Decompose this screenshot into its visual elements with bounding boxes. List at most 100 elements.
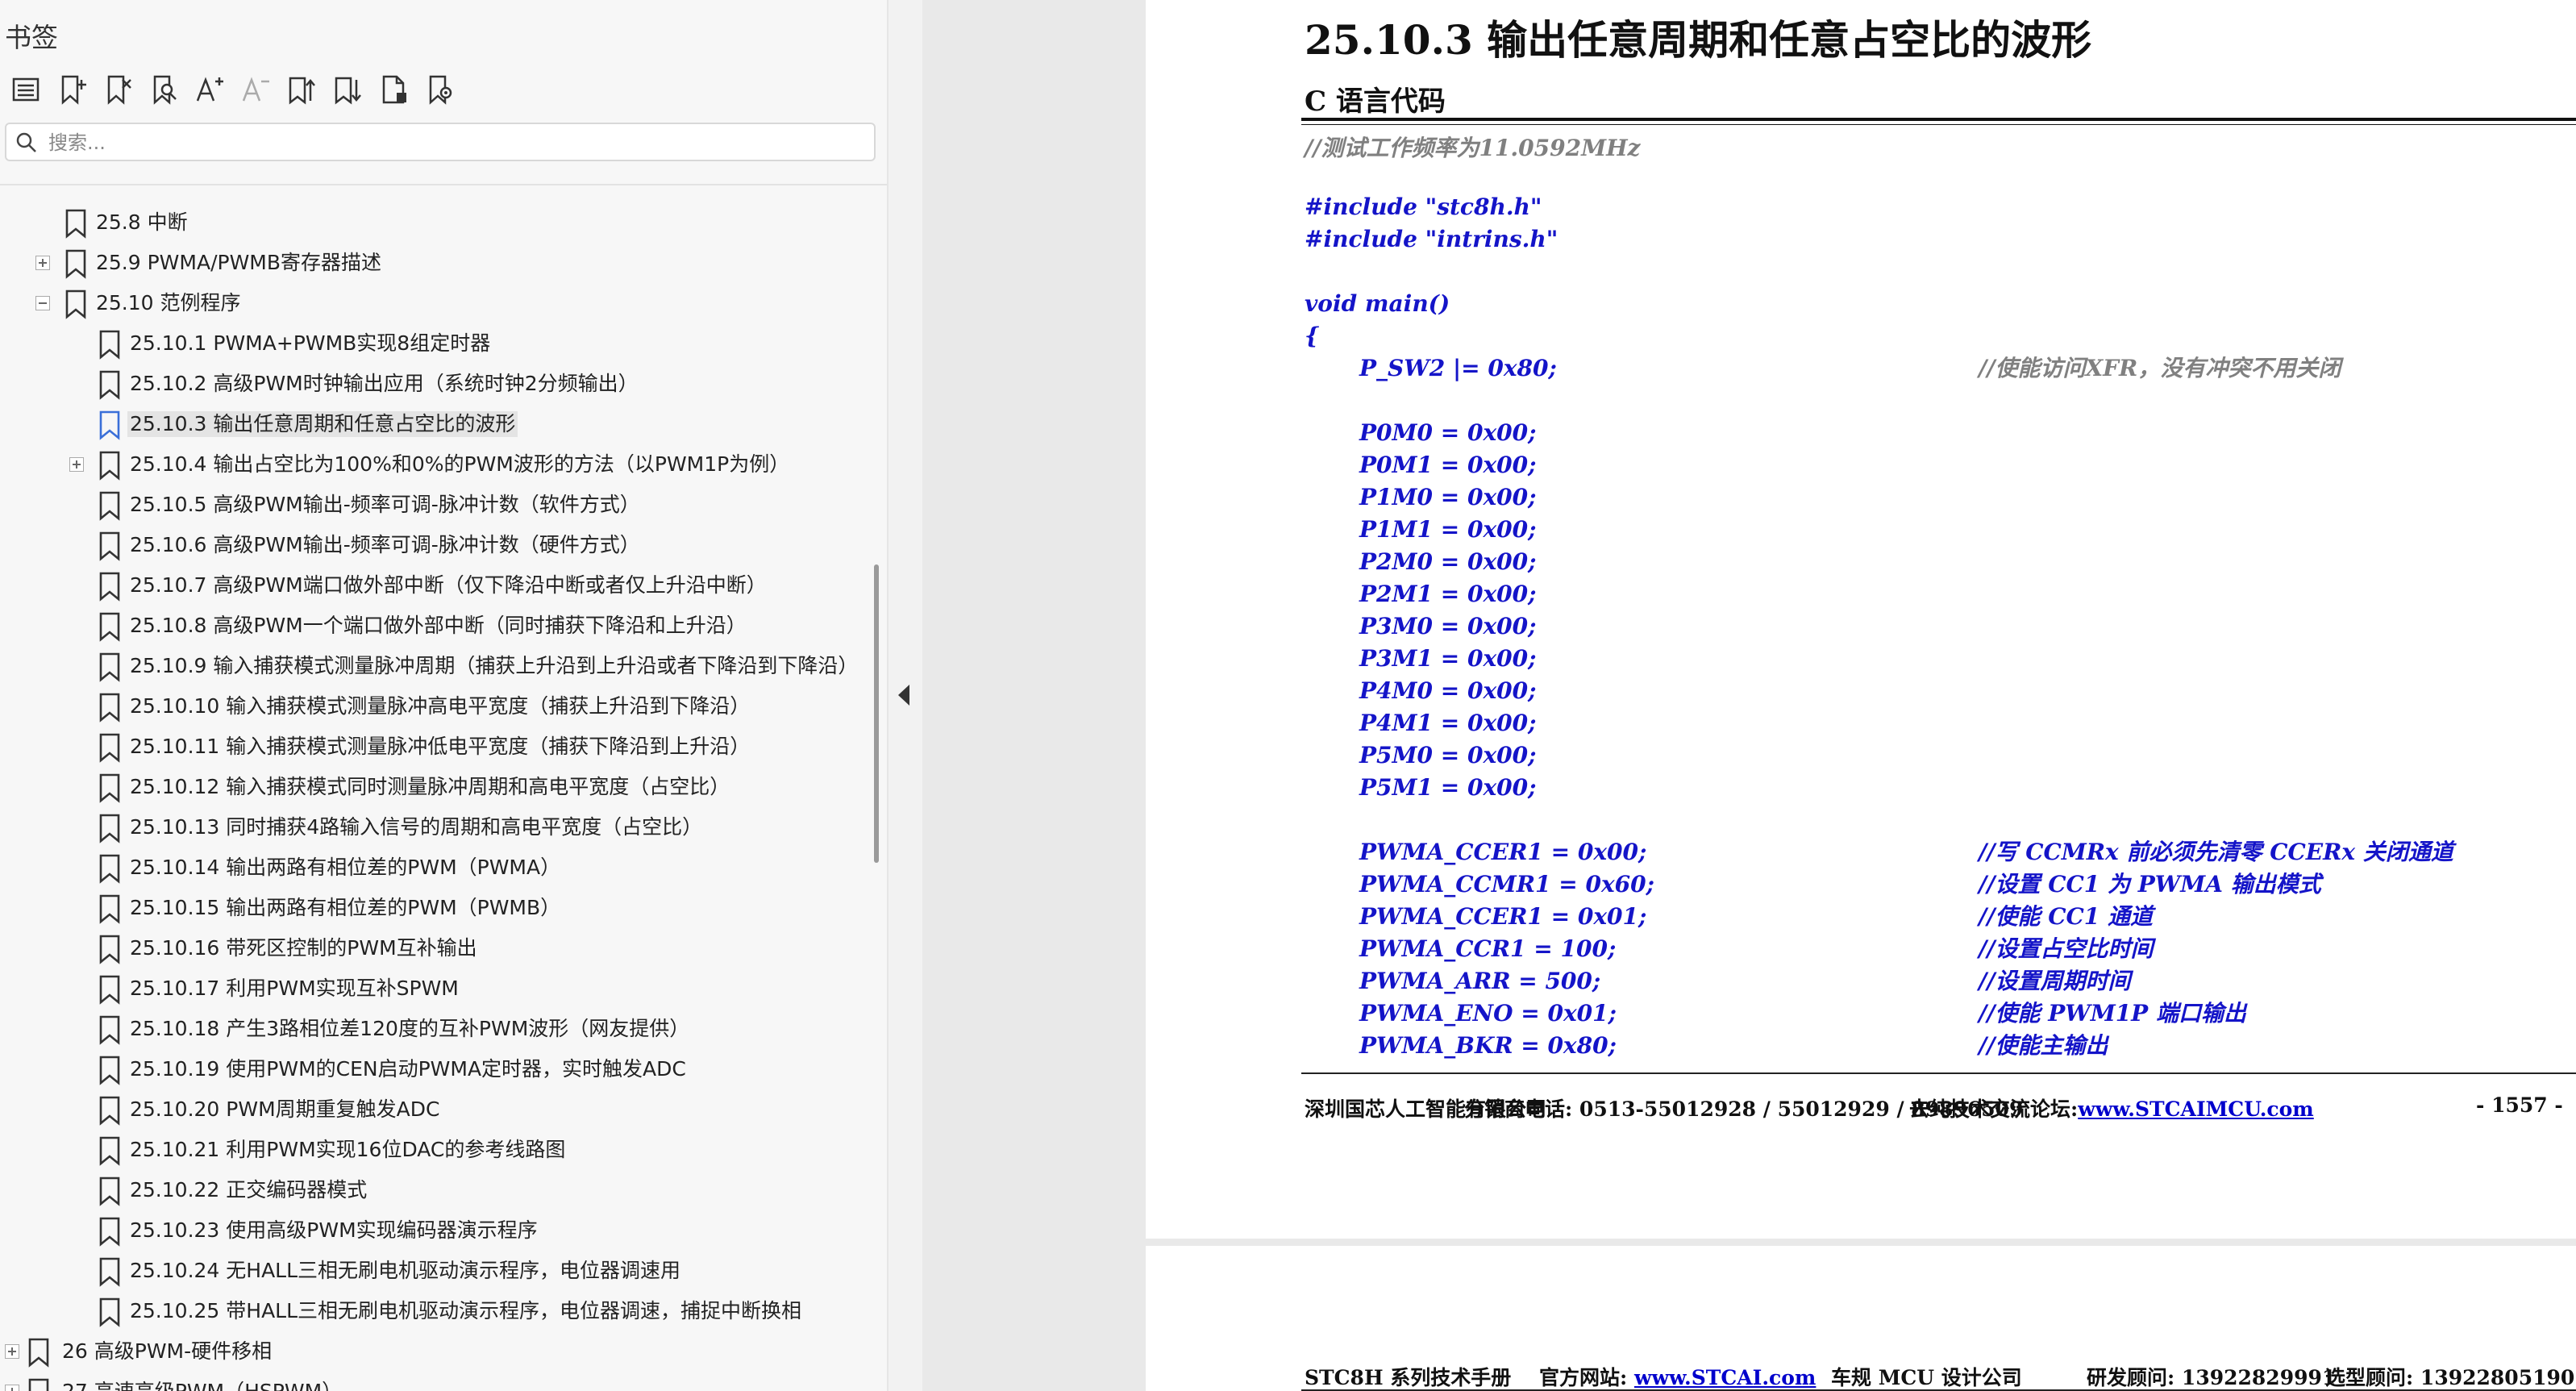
sort-up-icon[interactable]	[282, 70, 321, 109]
code-top-comment: //测试工作频率为11.0592MHz	[1305, 135, 1641, 161]
bookmark-item[interactable]: 25.10.13 同时捕获4路输入信号的周期和高电平宽度（占空比）	[0, 808, 861, 847]
bookmark-item[interactable]: 25.10.10 输入捕获模式测量脉冲高电平宽度（捕获上升沿到下降沿）	[0, 687, 861, 726]
code-line: PWMA_ENO = 0x01;	[1359, 1000, 1617, 1027]
bookmark-item[interactable]: 25.10.1 PWMA+PWMB实现8组定时器	[0, 324, 861, 363]
bookmark-item[interactable]: 25.10.8 高级PWM一个端口做外部中断（同时捕获下降沿和上升沿）	[0, 606, 861, 645]
dev-contact: 研发顾问: 13922829991	[2087, 1366, 2337, 1389]
bookmark-item[interactable]: 25.10.9 输入捕获模式测量脉冲周期（捕获上升沿到上升沿或者下降沿到下降沿）	[0, 647, 861, 685]
bookmark-icon	[99, 854, 120, 884]
bookmark-icon	[28, 1378, 49, 1391]
official-site: 官方网站: www.STCAI.com	[1539, 1362, 1816, 1391]
bookmark-search[interactable]	[5, 123, 876, 161]
code-line: #include "stc8h.h"	[1305, 194, 1542, 220]
bookmark-icon	[99, 1257, 120, 1287]
code-line: P3M0 = 0x00;	[1359, 613, 1537, 639]
bookmark-item[interactable]: 25.10.15 输出两路有相位差的PWM（PWMB）	[0, 889, 861, 927]
bookmark-item[interactable]: 25.10.12 输入捕获模式同时测量脉冲周期和高电平宽度（占空比）	[0, 768, 861, 806]
bookmark-label: 25.8 中断	[96, 210, 188, 234]
code-line: P0M1 = 0x00;	[1359, 452, 1537, 478]
bookmark-label: 25.10.11 输入捕获模式测量脉冲低电平宽度（捕获下降沿到上升沿）	[130, 735, 751, 758]
tree-scrollbar[interactable]	[874, 564, 879, 863]
bookmark-item[interactable]: 25.10.25 带HALL三相无刷电机驱动演示程序，电位器调速，捕捉中断换相	[0, 1292, 861, 1331]
code-line: P5M1 = 0x00;	[1359, 774, 1537, 801]
bookmark-file-icon[interactable]	[374, 70, 413, 109]
expand-icon[interactable]	[5, 1344, 19, 1359]
code-line: void main()	[1305, 290, 1450, 317]
document-page: 25.10.3 输出任意周期和任意占空比的波形 C 语言代码 //测试工作频率为…	[1146, 0, 2576, 1239]
code-comment: //设置周期时间	[1979, 968, 2131, 994]
bookmark-label: 25.10.20 PWM周期重复触发ADC	[130, 1097, 440, 1121]
find-bookmark-icon[interactable]	[144, 70, 183, 109]
manual-title: STC8H 系列技术手册	[1305, 1366, 1512, 1389]
bookmark-item[interactable]: 25.10.14 输出两路有相位差的PWM（PWMA）	[0, 848, 861, 887]
bookmark-label: 25.10.4 输出占空比为100%和0%的PWM波形的方法（以PWM1P为例）	[130, 452, 790, 476]
decrease-font-icon[interactable]	[236, 70, 275, 109]
expand-icon[interactable]	[5, 1385, 19, 1391]
code-line: PWMA_CCMR1 = 0x60;	[1359, 871, 1654, 897]
search-input[interactable]	[47, 129, 864, 156]
bookmark-item[interactable]: 25.10 范例程序	[0, 284, 861, 323]
code-comment: //使能 CC1 通道	[1979, 903, 2154, 930]
bookmark-item[interactable]: 25.10.18 产生3路相位差120度的互补PWM波形（网友提供）	[0, 1010, 861, 1048]
collapse-icon[interactable]	[35, 296, 50, 310]
bookmark-item[interactable]: 27 高速高级PWM（HSPWM）	[0, 1372, 861, 1391]
bookmark-icon	[99, 1136, 120, 1166]
bookmark-item[interactable]: 25.10.3 输出任意周期和任意占空比的波形	[0, 405, 861, 444]
bookmark-item[interactable]: 25.10.24 无HALL三相无刷电机驱动演示程序，电位器调速用	[0, 1251, 861, 1290]
bookmark-tree: 25.8 中断 25.9 PWMA/PWMB寄存器描述 25.10 范例程序 25.1…	[0, 194, 861, 1391]
code-line: PWMA_CCER1 = 0x01;	[1359, 903, 1647, 930]
add-bookmark-icon[interactable]	[52, 70, 91, 109]
forum-link[interactable]: www.STCAIMCU.com	[2078, 1097, 2314, 1121]
bookmark-item[interactable]: 25.10.16 带死区控制的PWM互补输出	[0, 929, 861, 968]
code-line: PWMA_BKR = 0x80;	[1359, 1032, 1617, 1059]
bookmark-item[interactable]: 25.10.23 使用高级PWM实现编码器演示程序	[0, 1211, 861, 1250]
bookmark-item[interactable]: 25.10.5 高级PWM输出-频率可调-脉冲计数（软件方式）	[0, 485, 861, 524]
bookmark-label: 25.10.18 产生3路相位差120度的互补PWM波形（网友提供）	[130, 1017, 690, 1040]
expand-icon[interactable]	[69, 457, 84, 472]
footer-forum-label: 去纯技术交流论坛:	[1909, 1097, 2079, 1121]
footer-forum: 去纯技术交流论坛:www.STCAIMCU.com	[1909, 1093, 2314, 1122]
bookmark-properties-icon[interactable]	[420, 70, 459, 109]
collapse-panel-icon[interactable]	[893, 681, 914, 709]
site-link[interactable]: www.STCAI.com	[1634, 1366, 1816, 1389]
bookmark-label: 25.10.5 高级PWM输出-频率可调-脉冲计数（软件方式）	[130, 493, 640, 516]
bookmark-item[interactable]: 25.8 中断	[0, 203, 861, 242]
bookmark-icon	[99, 1297, 120, 1327]
code-line: P3M1 = 0x00;	[1359, 645, 1537, 672]
bookmark-label: 27 高速高级PWM（HSPWM）	[60, 1379, 344, 1391]
section-title: 25.10.3 输出任意周期和任意占空比的波形	[1305, 16, 2092, 64]
next-document-page: STC8H 系列技术手册 官方网站: www.STCAI.com 车规 MCU …	[1146, 1246, 2576, 1391]
bookmark-label: 25.10.23 使用高级PWM实现编码器演示程序	[130, 1218, 538, 1242]
heading-rule	[1301, 118, 2576, 121]
bookmark-item[interactable]: 25.10.22 正交编码器模式	[0, 1171, 861, 1210]
code-comment: //使能主输出	[1979, 1032, 2108, 1059]
bookmark-item[interactable]: 25.10.19 使用PWM的CEN启动PWMA定时器，实时触发ADC	[0, 1050, 861, 1089]
bookmark-item[interactable]: 25.10.7 高级PWM端口做外部中断（仅下降沿中断或者仅上升沿中断）	[0, 566, 861, 605]
bookmark-item[interactable]: 25.10.6 高级PWM输出-频率可调-脉冲计数（硬件方式）	[0, 526, 861, 564]
expand-icon[interactable]	[35, 256, 50, 270]
bookmark-item[interactable]: 25.9 PWMA/PWMB寄存器描述	[0, 244, 861, 282]
bookmark-label: 25.10.10 输入捕获模式测量脉冲高电平宽度（捕获上升沿到下降沿）	[130, 694, 751, 718]
bookmark-icon	[99, 894, 120, 924]
bookmark-item[interactable]: 25.10.11 输入捕获模式测量脉冲低电平宽度（捕获下降沿到上升沿）	[0, 727, 861, 766]
bookmark-icon	[99, 370, 120, 400]
bookmark-label: 25.10.13 同时捕获4路输入信号的周期和高电平宽度（占空比）	[130, 815, 703, 839]
bookmark-icon	[99, 814, 120, 843]
delete-bookmark-icon[interactable]	[98, 70, 137, 109]
bookmark-icon	[65, 289, 86, 319]
bookmark-item[interactable]: 25.10.21 利用PWM实现16位DAC的参考线路图	[0, 1131, 861, 1169]
sort-down-icon[interactable]	[328, 70, 367, 109]
bookmark-item[interactable]: 25.10.2 高级PWM时钟输出应用（系统时钟2分频输出）	[0, 364, 861, 403]
increase-font-icon[interactable]	[190, 70, 229, 109]
site-label: 官方网站:	[1539, 1366, 1634, 1389]
bookmark-item[interactable]: 26 高级PWM-硬件移相	[0, 1332, 861, 1371]
document-viewer[interactable]: 25.10.3 输出任意周期和任意占空比的波形 C 语言代码 //测试工作频率为…	[922, 0, 2576, 1391]
bookmark-icon	[99, 1096, 120, 1126]
bookmark-icon	[99, 410, 120, 440]
bookmark-item[interactable]: 25.10.20 PWM周期重复触发ADC	[0, 1090, 861, 1129]
expand-all-icon[interactable]	[6, 70, 45, 109]
bookmark-item[interactable]: 25.10.17 利用PWM实现互补SPWM	[0, 969, 861, 1008]
bookmark-icon	[99, 531, 120, 561]
bookmark-item[interactable]: 25.10.4 输出占空比为100%和0%的PWM波形的方法（以PWM1P为例）	[0, 445, 861, 484]
bookmark-icon	[99, 935, 120, 964]
